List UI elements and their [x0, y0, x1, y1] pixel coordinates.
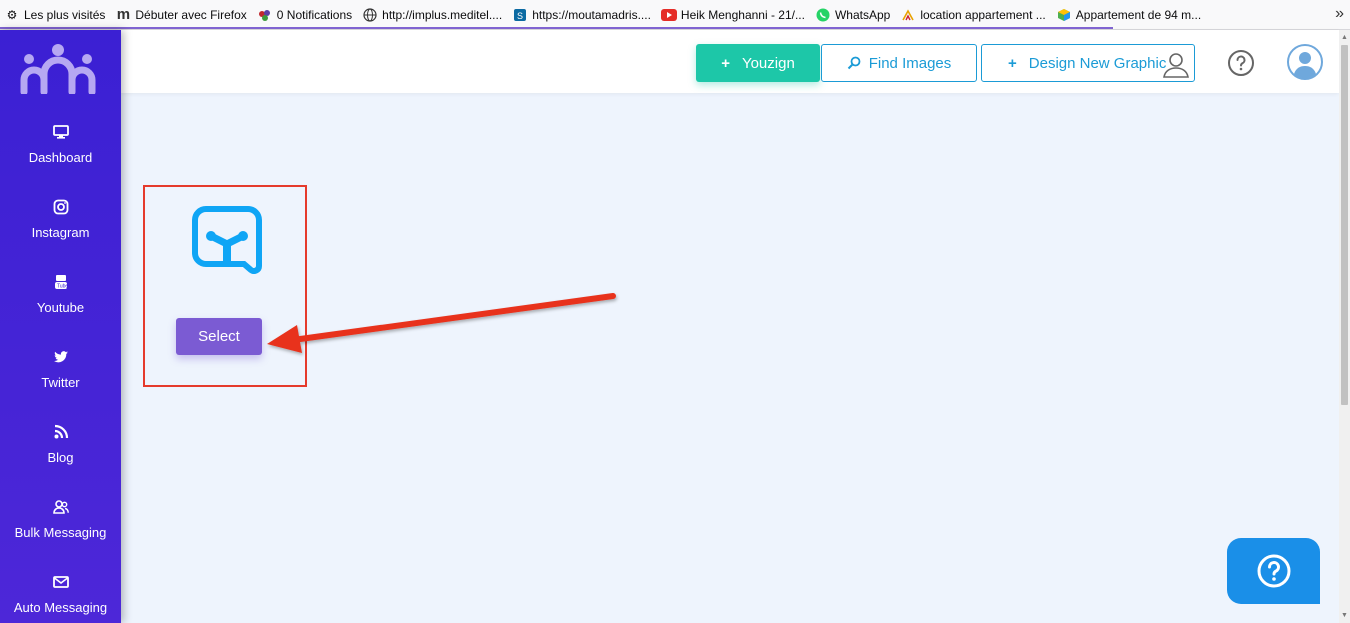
bookmark-whatsapp[interactable]: WhatsApp — [811, 0, 896, 30]
svg-text:Tube: Tube — [57, 284, 68, 290]
bookmarks-bar: ⚙ Les plus visités m Débuter avec Firefo… — [0, 0, 1350, 30]
sidebar-item-label: Youtube — [36, 300, 85, 315]
plus-icon: + — [1008, 54, 1017, 72]
bookmark-appartement[interactable]: Appartement de 94 m... — [1052, 0, 1207, 30]
youzign-logo-icon — [192, 206, 262, 274]
bookmark-label: Appartement de 94 m... — [1075, 7, 1202, 22]
find-images-label: Find Images — [868, 54, 952, 72]
twitter-icon — [0, 349, 121, 369]
bookmark-label: location appartement ... — [920, 7, 1046, 22]
sidebar-item-label: Dashboard — [28, 150, 93, 165]
app-logo[interactable] — [20, 42, 96, 94]
bookmark-notifications[interactable]: 0 Notifications — [253, 0, 358, 30]
bookmark-implus[interactable]: http://implus.meditel.... — [358, 0, 508, 30]
sidebar-item-dashboard[interactable]: Dashboard — [0, 124, 121, 165]
youzign-button[interactable]: + Youzign — [696, 44, 820, 82]
sidebar-item-instagram[interactable]: Instagram — [0, 199, 121, 240]
youtube-icon — [660, 7, 677, 23]
youtube-icon: Tube — [0, 274, 121, 294]
select-button[interactable]: Select — [176, 318, 262, 355]
plus-icon: + — [721, 54, 730, 72]
globe-icon — [362, 7, 378, 23]
youzign-button-label: Youzign — [741, 54, 795, 72]
rss-icon — [0, 424, 121, 444]
instagram-icon — [0, 199, 121, 219]
sidebar: Dashboard Instagram Tube Youtube Twitter… — [0, 30, 121, 623]
sidebar-item-label: Bulk Messaging — [14, 525, 107, 540]
bookmark-firefox[interactable]: m Débuter avec Firefox — [111, 0, 252, 30]
sidebar-item-auto-messaging[interactable]: Auto Messaging — [0, 574, 121, 615]
search-icon — [847, 56, 861, 70]
sharepoint-icon: S — [512, 7, 528, 23]
vertical-scrollbar[interactable]: ▲ ▼ — [1339, 30, 1350, 623]
envelope-icon — [0, 574, 121, 594]
monitor-icon — [0, 124, 121, 144]
sidebar-item-blog[interactable]: Blog — [0, 424, 121, 465]
gear-icon: ⚙ — [6, 7, 18, 22]
bookmark-label: Heik Menghanni - 21/... — [680, 7, 805, 22]
sidebar-item-label: Twitter — [41, 375, 80, 390]
avatar[interactable] — [1287, 44, 1323, 80]
user-outline-icon[interactable] — [1161, 50, 1191, 80]
house-icon — [900, 7, 916, 23]
scroll-up-arrow-icon[interactable]: ▲ — [1341, 34, 1348, 41]
whatsapp-icon — [815, 7, 831, 23]
chevron-double-right-icon[interactable]: » — [1335, 5, 1344, 23]
sidebar-item-label: Instagram — [31, 225, 90, 240]
find-images-button[interactable]: Find Images — [821, 44, 977, 82]
sidebar-item-bulk-messaging[interactable]: Bulk Messaging — [0, 499, 121, 540]
users-icon — [0, 499, 121, 519]
cube-icon — [1056, 7, 1072, 23]
m-logo-icon: m — [116, 6, 131, 23]
design-button-label: Design New Graphic — [1028, 54, 1167, 72]
bookmark-most-visited[interactable]: ⚙ Les plus visités — [0, 0, 111, 30]
bookmark-moutamadris[interactable]: S https://moutamadris.... — [508, 0, 657, 30]
help-widget-button[interactable] — [1227, 538, 1320, 604]
svg-text:S: S — [517, 11, 523, 21]
sidebar-item-youtube[interactable]: Tube Youtube — [0, 274, 121, 315]
question-icon — [1257, 554, 1290, 588]
bookmark-youtube[interactable]: Heik Menghanni - 21/... — [657, 0, 811, 30]
annotation-arrow — [267, 293, 616, 353]
bookmark-label: https://moutamadris.... — [532, 7, 651, 22]
sidebar-item-twitter[interactable]: Twitter — [0, 349, 121, 390]
bookmark-label: WhatsApp — [834, 7, 891, 22]
bookmark-label: Débuter avec Firefox — [135, 7, 247, 22]
bookmark-label: http://implus.meditel.... — [382, 7, 503, 22]
page-load-progress — [0, 27, 1113, 29]
berries-icon — [257, 7, 273, 23]
select-button-label: Select — [198, 328, 240, 345]
help-circle-icon[interactable] — [1227, 49, 1255, 77]
scroll-down-arrow-icon[interactable]: ▼ — [1341, 612, 1348, 619]
bookmark-label: Les plus visités — [24, 7, 106, 22]
sidebar-item-label: Blog — [47, 450, 74, 465]
top-header: + Youzign Find Images + Design New Graph… — [121, 30, 1339, 93]
scrollbar-thumb[interactable] — [1341, 45, 1348, 405]
bookmark-label: 0 Notifications — [276, 7, 353, 22]
bookmark-location[interactable]: location appartement ... — [896, 0, 1051, 30]
sidebar-item-label: Auto Messaging — [13, 600, 108, 615]
